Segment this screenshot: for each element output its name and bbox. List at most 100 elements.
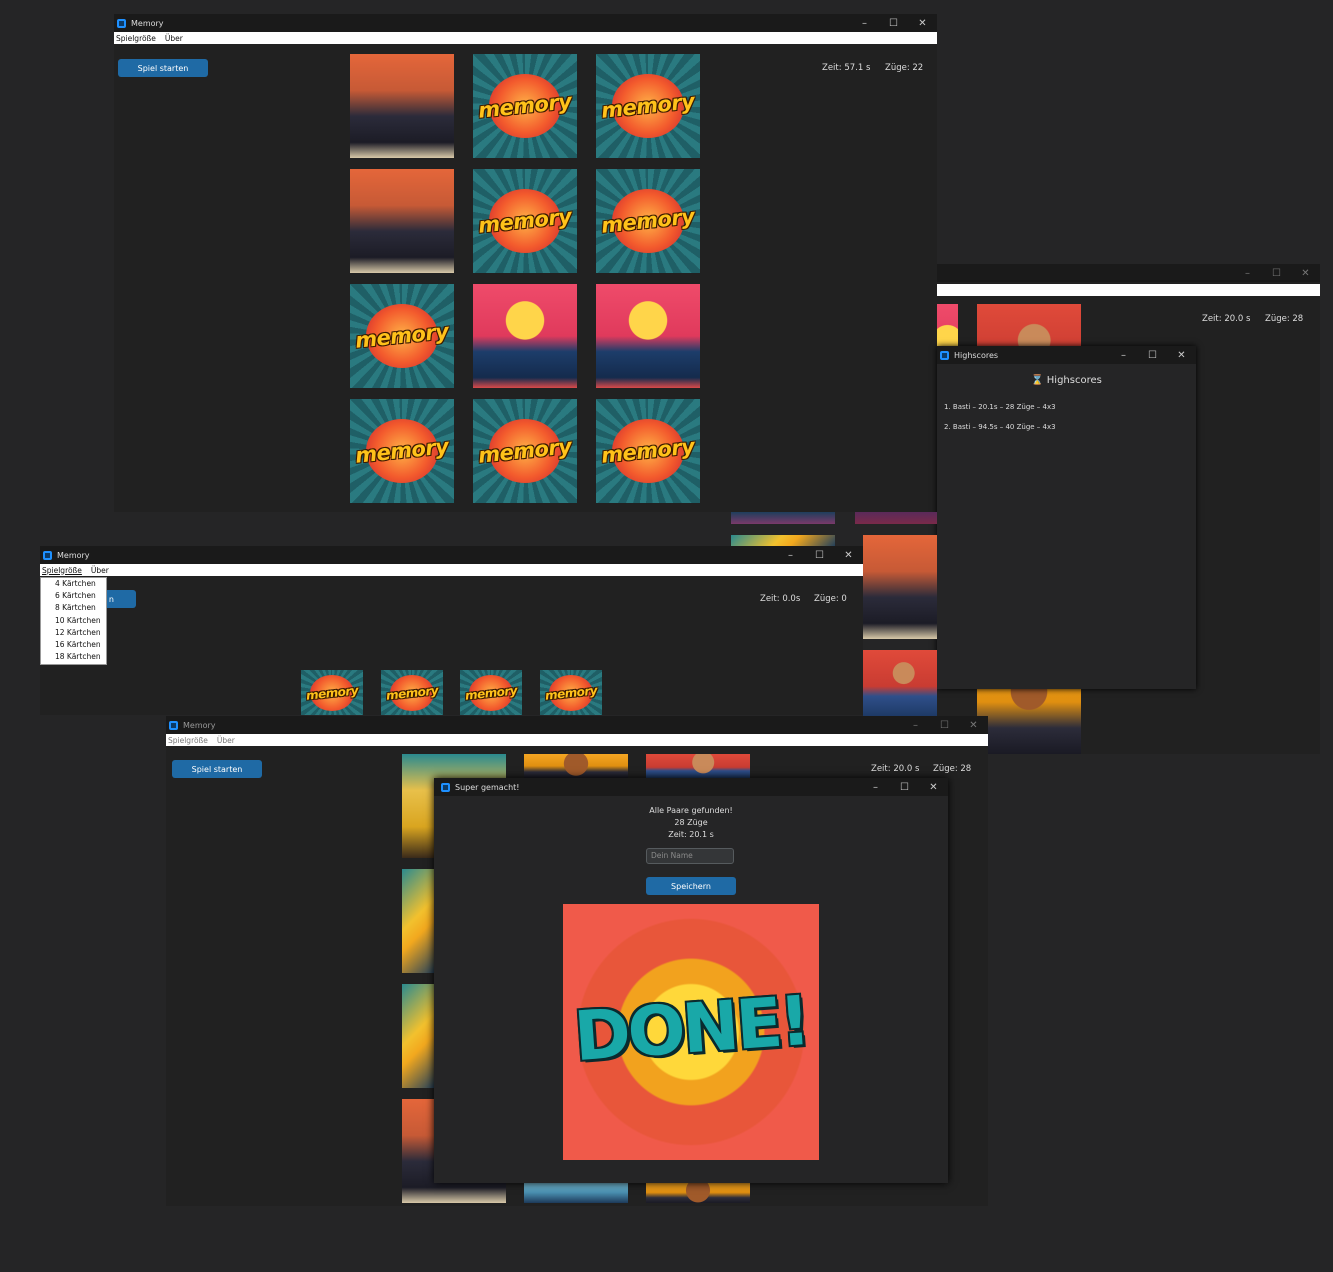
- time-label: Zeit: 57.1 s: [822, 63, 871, 73]
- dropdown-option[interactable]: 10 Kärtchen: [41, 615, 106, 627]
- dialog-title: Super gemacht!: [455, 782, 520, 792]
- menu-size[interactable]: Spielgröße: [168, 736, 208, 745]
- highscores-heading: ⌛ Highscores: [937, 375, 1196, 386]
- dropdown-option[interactable]: 18 Kärtchen: [41, 651, 106, 663]
- dropdown-option[interactable]: 4 Kärtchen: [41, 578, 106, 590]
- app-icon: [117, 18, 126, 28]
- menu-bar: Spielgröße Über: [166, 734, 988, 746]
- minimize-button[interactable]: –: [776, 546, 805, 564]
- memory-card[interactable]: memory: [473, 169, 577, 273]
- memory-card[interactable]: memory: [473, 399, 577, 503]
- memory-card[interactable]: [350, 54, 454, 158]
- memory-card[interactable]: [646, 1182, 750, 1203]
- name-input[interactable]: Dein Name: [646, 848, 734, 864]
- save-button[interactable]: Speichern: [646, 877, 736, 895]
- minimize-button[interactable]: –: [901, 716, 930, 734]
- title-bar[interactable]: Memory – ☐ ✕: [114, 14, 937, 32]
- memory-card[interactable]: memory: [473, 54, 577, 158]
- highscore-entry: 1. Basti – 20.1s – 28 Züge – 4x3: [944, 403, 1056, 411]
- done-image-text: DONE!: [571, 981, 811, 1078]
- time-label: Zeit: 20.0 s: [1202, 314, 1251, 324]
- title-bar[interactable]: Super gemacht! – ☐ ✕: [434, 778, 948, 796]
- maximize-button[interactable]: ☐: [930, 716, 959, 734]
- highscore-entry: 2. Basti – 94.5s – 40 Züge – 4x3: [944, 423, 1056, 431]
- dropdown-option[interactable]: 6 Kärtchen: [41, 590, 106, 602]
- time-label: Zeit: 20.0 s: [871, 764, 920, 774]
- maximize-button[interactable]: ☐: [879, 14, 908, 32]
- window-title: Highscores: [954, 350, 999, 360]
- memory-card[interactable]: memory: [350, 284, 454, 388]
- dropdown-option[interactable]: 8 Kärtchen: [41, 602, 106, 614]
- moves-label: Züge: 0: [814, 594, 847, 604]
- menu-bar: Spielgröße Über: [40, 564, 863, 576]
- app-icon: [169, 720, 178, 730]
- done-image: DONE!: [563, 904, 819, 1160]
- memory-card[interactable]: [402, 869, 436, 973]
- result-line: Zeit: 20.1 s: [668, 830, 714, 839]
- menu-size[interactable]: Spielgröße: [116, 34, 156, 43]
- minimize-button[interactable]: –: [861, 778, 890, 796]
- minimize-button[interactable]: –: [1109, 346, 1138, 364]
- app-icon: [441, 782, 450, 792]
- memory-card[interactable]: [863, 650, 937, 716]
- maximize-button[interactable]: ☐: [805, 546, 834, 564]
- memory-card[interactable]: memory: [381, 670, 443, 715]
- close-button[interactable]: ✕: [1167, 346, 1196, 364]
- memory-card[interactable]: memory: [596, 169, 700, 273]
- menu-bar: Spielgröße Über: [114, 32, 937, 44]
- time-label: Zeit: 0.0s: [760, 594, 801, 604]
- title-bar[interactable]: Memory – ☐ ✕: [166, 716, 988, 734]
- menu-about[interactable]: Über: [91, 566, 109, 575]
- memory-card[interactable]: memory: [596, 399, 700, 503]
- memory-card[interactable]: [524, 1182, 628, 1203]
- memory-card[interactable]: memory: [596, 54, 700, 158]
- memory-card[interactable]: memory: [350, 399, 454, 503]
- memory-card[interactable]: [863, 535, 937, 639]
- close-button[interactable]: ✕: [919, 778, 948, 796]
- close-button[interactable]: ✕: [908, 14, 937, 32]
- heading-text: Highscores: [1046, 375, 1102, 386]
- memory-card[interactable]: [596, 284, 700, 388]
- memory-card[interactable]: [350, 169, 454, 273]
- memory-card[interactable]: memory: [460, 670, 522, 715]
- start-game-button[interactable]: Spiel starten: [118, 59, 208, 77]
- close-button[interactable]: ✕: [834, 546, 863, 564]
- memory-card[interactable]: memory: [301, 670, 363, 715]
- title-bar[interactable]: Memory – ☐ ✕: [40, 546, 863, 564]
- memory-card[interactable]: [646, 754, 750, 778]
- memory-card[interactable]: [402, 984, 436, 1088]
- minimize-button[interactable]: –: [850, 14, 879, 32]
- menu-about[interactable]: Über: [217, 736, 235, 745]
- title-bar[interactable]: Highscores – ☐ ✕: [937, 346, 1196, 364]
- dropdown-option[interactable]: 12 Kärtchen: [41, 627, 106, 639]
- app-icon: [940, 350, 949, 360]
- close-button[interactable]: ✕: [1291, 264, 1320, 282]
- memory-card[interactable]: [473, 284, 577, 388]
- window-title: Memory: [57, 550, 90, 560]
- memory-window-middle: Memory – ☐ ✕ Spielgröße Über n Zeit: 0.0…: [40, 546, 863, 715]
- menu-about[interactable]: Über: [165, 34, 183, 43]
- menu-size[interactable]: Spielgröße: [42, 566, 82, 575]
- start-game-button[interactable]: Spiel starten: [172, 760, 262, 778]
- hourglass-icon: ⌛: [1031, 375, 1044, 386]
- maximize-button[interactable]: ☐: [1138, 346, 1167, 364]
- memory-window-main: Memory – ☐ ✕ Spielgröße Über Spiel start…: [114, 14, 937, 512]
- title-bar[interactable]: – ☐ ✕: [937, 264, 1320, 282]
- maximize-button[interactable]: ☐: [890, 778, 919, 796]
- memory-card[interactable]: [524, 754, 628, 778]
- window-title: Memory: [183, 720, 216, 730]
- close-button[interactable]: ✕: [959, 716, 988, 734]
- moves-label: Züge: 22: [885, 63, 924, 73]
- dropdown-option[interactable]: 16 Kärtchen: [41, 639, 106, 651]
- memory-card[interactable]: memory: [540, 670, 602, 715]
- moves-label: Züge: 28: [1265, 314, 1304, 324]
- moves-label: Züge: 28: [933, 764, 972, 774]
- maximize-button[interactable]: ☐: [1262, 264, 1291, 282]
- minimize-button[interactable]: –: [1233, 264, 1262, 282]
- result-text: Alle Paare gefunden! 28 Züge Zeit: 20.1 …: [434, 805, 948, 841]
- menu-bar: [937, 284, 1320, 296]
- window-title: Memory: [131, 18, 164, 28]
- result-line: 28 Züge: [674, 818, 708, 827]
- highscores-window: Highscores – ☐ ✕ ⌛ Highscores 1. Basti –…: [937, 346, 1196, 689]
- size-dropdown: 4 Kärtchen 6 Kärtchen 8 Kärtchen 10 Kärt…: [40, 577, 107, 665]
